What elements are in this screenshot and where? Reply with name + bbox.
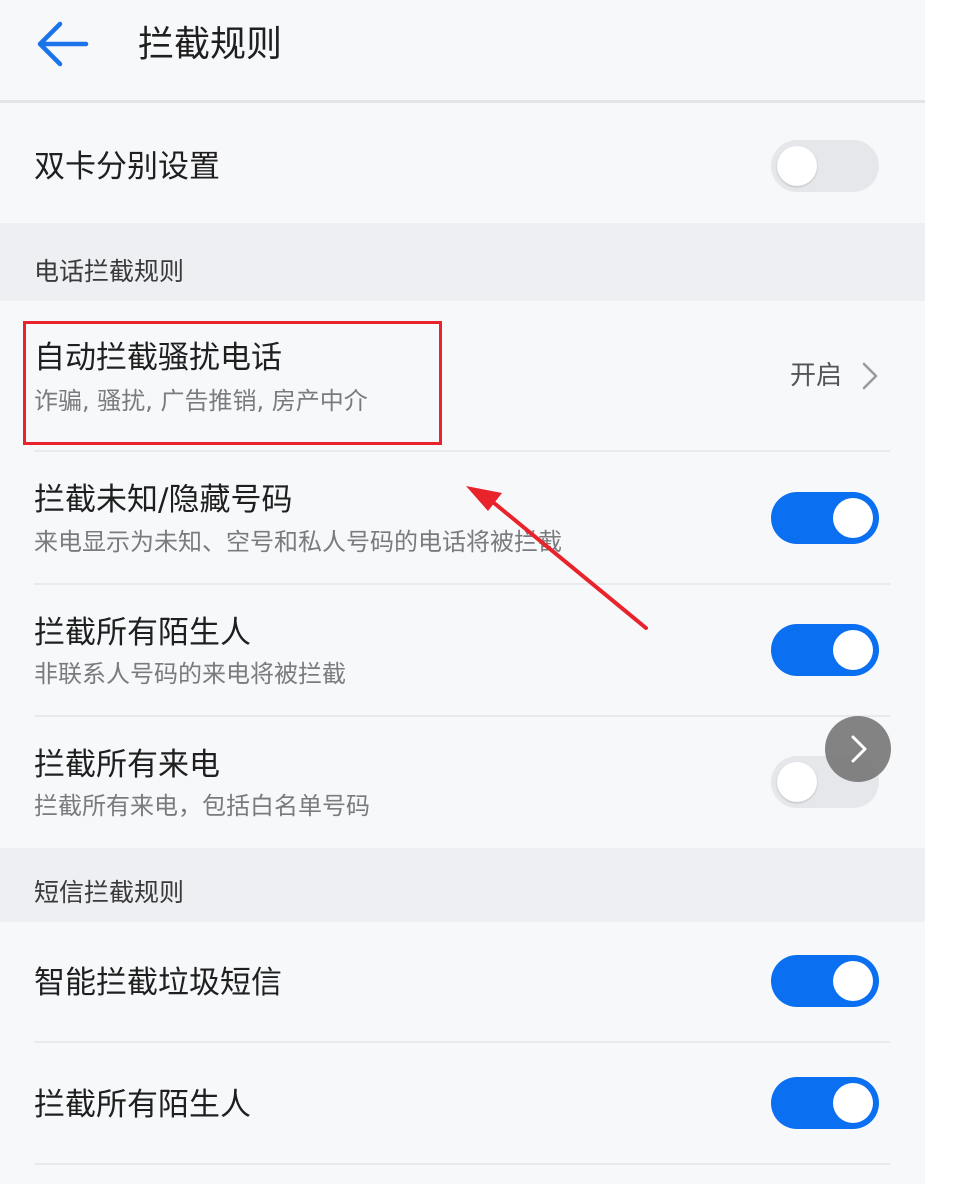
sms-rules-section-header: 短信拦截规则 — [0, 848, 925, 922]
divider — [34, 1163, 890, 1165]
toggle-knob — [833, 1083, 873, 1123]
toggle-knob — [833, 498, 873, 538]
dual-sim-label: 双卡分别设置 — [34, 149, 220, 185]
block-all-calls-subtitle: 拦截所有来电，包括白名单号码 — [34, 792, 370, 820]
floating-assist-button[interactable] — [825, 716, 891, 782]
block-strangers-call-toggle[interactable] — [771, 624, 879, 676]
auto-block-title: 自动拦截骚扰电话 — [34, 340, 282, 376]
dual-sim-toggle[interactable] — [771, 140, 879, 192]
smart-spam-toggle[interactable] — [771, 955, 879, 1007]
block-all-calls-title: 拦截所有来电 — [34, 747, 220, 783]
auto-block-subtitle: 诈骗, 骚扰, 广告推销, 房产中介 — [34, 387, 368, 415]
dual-sim-row[interactable]: 双卡分别设置 — [0, 103, 925, 223]
sms-rules-section-label: 短信拦截规则 — [34, 878, 185, 907]
app-bar: 拦截规则 — [0, 0, 925, 100]
block-strangers-sms-title: 拦截所有陌生人 — [34, 1087, 251, 1123]
auto-block-status: 开启 — [790, 361, 843, 391]
toggle-knob — [777, 146, 817, 186]
unknown-hidden-subtitle: 来电显示为未知、空号和私人号码的电话将被拦截 — [34, 528, 562, 556]
call-rules-section-header: 电话拦截规则 — [0, 223, 925, 301]
unknown-hidden-title: 拦截未知/隐藏号码 — [34, 482, 293, 518]
back-button[interactable] — [30, 12, 94, 76]
settings-screen: 拦截规则 双卡分别设置 电话拦截规则 自动拦截骚扰电话 诈骗, 骚扰, 广告推销… — [0, 0, 925, 1184]
call-rules-section-label: 电话拦截规则 — [34, 257, 185, 286]
chevron-right-icon — [851, 735, 867, 763]
toggle-knob — [777, 762, 817, 802]
page-title: 拦截规则 — [138, 24, 283, 65]
unknown-hidden-toggle[interactable] — [771, 492, 879, 544]
block-strangers-sms-toggle[interactable] — [771, 1077, 879, 1129]
auto-block-row[interactable]: 自动拦截骚扰电话 诈骗, 骚扰, 广告推销, 房产中介 — [0, 301, 925, 451]
smart-spam-title: 智能拦截垃圾短信 — [34, 965, 282, 1001]
toggle-knob — [833, 961, 873, 1001]
block-strangers-call-subtitle: 非联系人号码的来电将被拦截 — [34, 660, 346, 688]
arrow-left-icon — [37, 21, 89, 67]
toggle-knob — [833, 630, 873, 670]
block-strangers-call-title: 拦截所有陌生人 — [34, 615, 251, 651]
chevron-right-icon — [862, 362, 878, 390]
